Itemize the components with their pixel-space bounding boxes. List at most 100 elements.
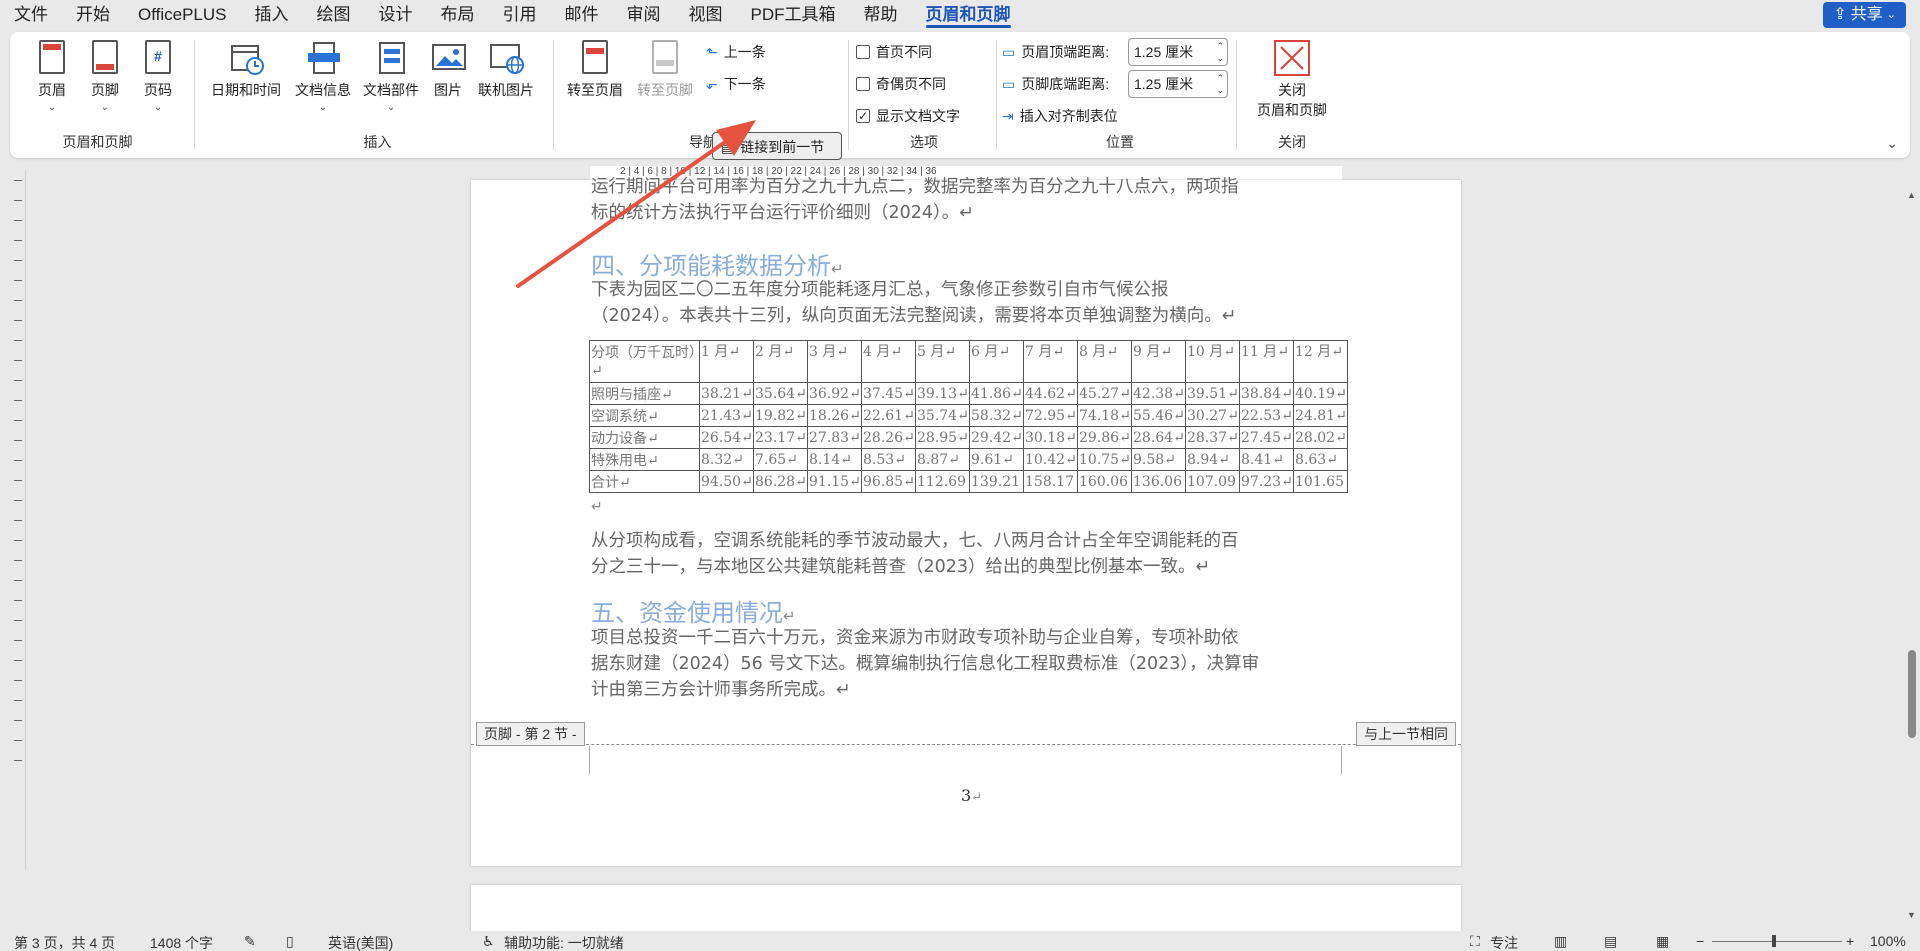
spinner-icon[interactable]: ⌃ ⌄ xyxy=(1216,72,1224,96)
table-cell[interactable]: 112.69 xyxy=(915,470,970,493)
header-top-distance-input[interactable]: 1.25 厘米 ⌃ ⌄ xyxy=(1128,38,1228,66)
table-cell[interactable]: 101.65 xyxy=(1293,470,1348,493)
date-time-button[interactable]: 日期和时间 xyxy=(206,40,286,100)
show-doc-text-checkbox[interactable]: ✓ 显示文档文字 xyxy=(856,106,960,126)
table-cell[interactable]: 39.13↵ xyxy=(915,382,970,405)
menu-design[interactable]: 设计 xyxy=(365,0,427,30)
table-header-cell[interactable]: 1 月↵ xyxy=(699,340,754,383)
table-cell[interactable]: 158.17 xyxy=(1023,470,1078,493)
web-layout-icon[interactable]: ▦ xyxy=(1656,933,1669,950)
menu-pdf-tools[interactable]: PDF工具箱 xyxy=(737,0,850,30)
focus-mode[interactable]: 专注 xyxy=(1490,933,1518,951)
zoom-out-icon[interactable]: − xyxy=(1696,933,1704,949)
link-to-previous-button[interactable]: ▤ 链接到前一节 xyxy=(712,132,842,160)
table-cell[interactable]: 30.27↵ xyxy=(1185,404,1240,427)
table-cell[interactable]: 97.23↵ xyxy=(1239,470,1294,493)
table-cell[interactable]: 35.74↵ xyxy=(915,404,970,427)
menu-officeplus[interactable]: OfficePLUS xyxy=(124,0,241,30)
table-cell[interactable]: 42.38↵ xyxy=(1131,382,1186,405)
table-cell[interactable]: 8.63↵ xyxy=(1293,448,1348,471)
table-header-cell[interactable]: 9 月↵ xyxy=(1131,340,1186,383)
heading-section-4[interactable]: 四、分项能耗数据分析↵ xyxy=(591,246,844,281)
menu-layout[interactable]: 布局 xyxy=(427,0,489,30)
table-cell[interactable]: 9.58↵ xyxy=(1131,448,1186,471)
menu-insert[interactable]: 插入 xyxy=(241,0,303,30)
zoom-slider-track[interactable] xyxy=(1712,941,1842,942)
table-cell[interactable]: 139.21 xyxy=(969,470,1024,493)
menu-home[interactable]: 开始 xyxy=(62,0,124,30)
print-layout-icon[interactable]: ▤ xyxy=(1604,933,1617,950)
table-cell[interactable]: 特殊用电↵ xyxy=(589,448,700,471)
reading-icon[interactable]: ▯ xyxy=(286,933,294,950)
table-cell[interactable]: 8.53↵ xyxy=(861,448,916,471)
menu-view[interactable]: 视图 xyxy=(675,0,737,30)
read-mode-icon[interactable]: ▥ xyxy=(1554,933,1567,950)
menu-references[interactable]: 引用 xyxy=(489,0,551,30)
table-cell[interactable]: 45.27↵ xyxy=(1077,382,1132,405)
table-header-cell[interactable]: 12 月↵ xyxy=(1293,340,1348,383)
table-cell[interactable]: 40.19↵ xyxy=(1293,382,1348,405)
odd-even-different-checkbox[interactable]: 奇偶页不同 xyxy=(856,74,946,94)
table-cell[interactable]: 照明与插座↵ xyxy=(589,382,700,405)
table-cell[interactable]: 8.87↵ xyxy=(915,448,970,471)
goto-footer-button[interactable]: 转至页脚 xyxy=(632,40,698,100)
table-cell[interactable]: 74.18↵ xyxy=(1077,404,1132,427)
table-cell[interactable]: 28.37↵ xyxy=(1185,426,1240,449)
table-cell[interactable]: 27.45↵ xyxy=(1239,426,1294,449)
accessibility-status[interactable]: 辅助功能: 一切就绪 xyxy=(504,933,624,951)
table-cell[interactable]: 41.86↵ xyxy=(969,382,1024,405)
table-cell[interactable]: 91.15↵ xyxy=(807,470,862,493)
spinner-icon[interactable]: ⌃ ⌄ xyxy=(1216,40,1224,64)
document-page[interactable]: 运行期间平台可用率为百分之九十九点二，数据完整率为百分之九十八点六，两项指 标的… xyxy=(471,177,1461,866)
next-button[interactable]: ⬐ 下一条 xyxy=(706,74,766,94)
table-cell[interactable]: 107.09 xyxy=(1185,470,1240,493)
table-cell[interactable]: 22.61↵ xyxy=(861,404,916,427)
menu-review[interactable]: 审阅 xyxy=(613,0,675,30)
proofing-icon[interactable]: ✎ xyxy=(244,933,256,950)
menu-help[interactable]: 帮助 xyxy=(850,0,912,30)
language[interactable]: 英语(美国) xyxy=(328,933,393,951)
page-count[interactable]: 第 3 页，共 4 页 xyxy=(14,933,115,951)
table-cell[interactable]: 29.86↵ xyxy=(1077,426,1132,449)
table-cell[interactable]: 160.06 xyxy=(1077,470,1132,493)
paragraph-funding[interactable]: 项目总投资一千二百六十万元，资金来源为市财政专项补助与企业自筹，专项补助依 据东… xyxy=(591,625,1341,703)
table-cell[interactable]: 39.51↵ xyxy=(1185,382,1240,405)
table-header-cell[interactable]: 10 月↵ xyxy=(1185,340,1240,383)
table-cell[interactable]: 44.62↵ xyxy=(1023,382,1078,405)
table-cell[interactable]: 8.94↵ xyxy=(1185,448,1240,471)
goto-header-button[interactable]: 转至页眉 xyxy=(562,40,628,100)
table-cell[interactable]: 10.75↵ xyxy=(1077,448,1132,471)
doc-parts-button[interactable]: 文档部件 ⌄ xyxy=(360,40,422,113)
online-picture-button[interactable]: 联机图片 xyxy=(474,40,538,100)
table-cell[interactable]: 28.64↵ xyxy=(1131,426,1186,449)
first-page-different-checkbox[interactable]: 首页不同 xyxy=(856,42,932,62)
doc-info-button[interactable]: 文档信息 ⌄ xyxy=(292,40,354,113)
page-number-button[interactable]: # 页码 ⌄ xyxy=(136,40,180,113)
table-cell[interactable]: 58.32↵ xyxy=(969,404,1024,427)
table-cell[interactable]: 35.64↵ xyxy=(753,382,808,405)
table-cell[interactable]: 27.83↵ xyxy=(807,426,862,449)
table-cell[interactable]: 55.46↵ xyxy=(1131,404,1186,427)
menu-header-footer[interactable]: 页眉和页脚 xyxy=(912,0,1025,30)
table-cell[interactable]: 86.28↵ xyxy=(753,470,808,493)
zoom-in-icon[interactable]: + xyxy=(1846,933,1854,949)
energy-data-table[interactable]: 分项（万千瓦时）↵ 1 月↵ 2 月↵ 3 月↵ 4 月↵ 5 月↵ 6 月↵ … xyxy=(589,340,1348,493)
table-cell[interactable]: 94.50↵ xyxy=(699,470,754,493)
table-cell[interactable]: 28.95↵ xyxy=(915,426,970,449)
table-header-cell[interactable]: 7 月↵ xyxy=(1023,340,1078,383)
scroll-down-icon[interactable]: ▼ xyxy=(1907,910,1916,920)
table-cell[interactable]: 24.81↵ xyxy=(1293,404,1348,427)
table-cell[interactable]: 96.85↵ xyxy=(861,470,916,493)
table-cell[interactable]: 10.42↵ xyxy=(1023,448,1078,471)
table-header-cell[interactable]: 8 月↵ xyxy=(1077,340,1132,383)
table-header-cell[interactable]: 4 月↵ xyxy=(861,340,916,383)
table-cell[interactable]: 7.65↵ xyxy=(753,448,808,471)
table-cell[interactable]: 37.45↵ xyxy=(861,382,916,405)
header-button[interactable]: 页眉 ⌄ xyxy=(30,40,74,113)
table-header-cell[interactable]: 分项（万千瓦时）↵ xyxy=(589,340,700,383)
scrollbar-thumb[interactable] xyxy=(1908,650,1916,738)
table-cell[interactable]: 8.41↵ xyxy=(1239,448,1294,471)
table-header-cell[interactable]: 2 月↵ xyxy=(753,340,808,383)
table-cell[interactable]: 19.82↵ xyxy=(753,404,808,427)
share-button[interactable]: ⇪ 共享 ⌄ xyxy=(1823,2,1906,28)
